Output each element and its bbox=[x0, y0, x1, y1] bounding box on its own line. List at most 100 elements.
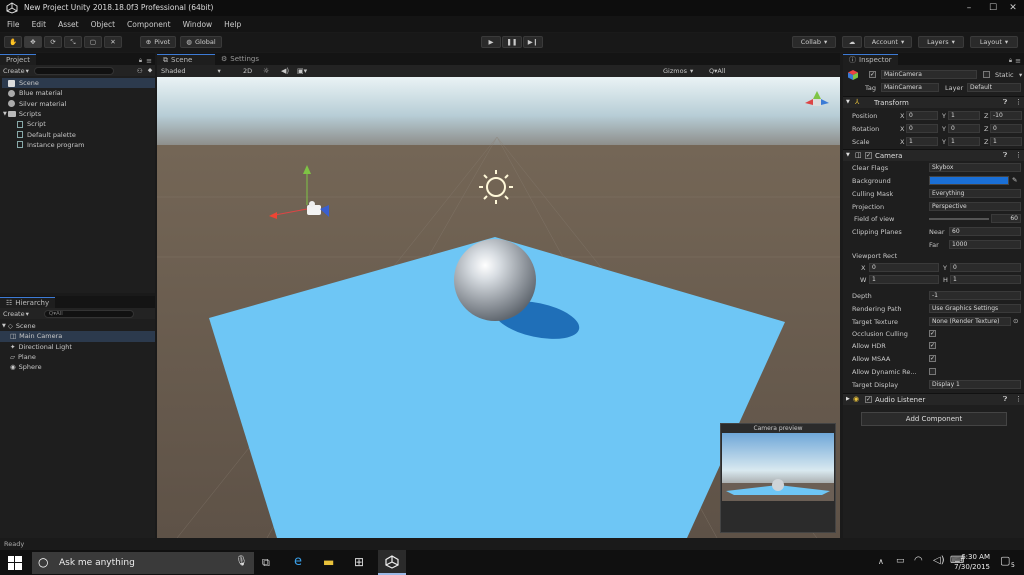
depth-field[interactable]: -1 bbox=[929, 291, 1021, 300]
layout-button[interactable]: Layout ▾ bbox=[970, 36, 1018, 48]
cortana-search-box[interactable]: ○ Ask me anything 🎙︎ bbox=[32, 552, 254, 574]
far-field[interactable]: 1000 bbox=[949, 240, 1021, 249]
hierarchy-search-input[interactable]: Q▾All bbox=[43, 309, 134, 318]
position-x-field[interactable]: 0 bbox=[906, 111, 938, 120]
list-item[interactable]: Default palette bbox=[2, 129, 155, 139]
scale-y-field[interactable]: 1 bbox=[948, 137, 980, 146]
project-create-button[interactable]: Create bbox=[3, 67, 25, 75]
list-item[interactable]: ▼ ◇ Scene bbox=[0, 321, 155, 331]
wifi-icon[interactable]: ◠ bbox=[914, 555, 923, 566]
list-item[interactable]: ◫ Main Camera bbox=[0, 331, 155, 342]
near-field[interactable]: 60 bbox=[949, 227, 1021, 236]
background-color-field[interactable] bbox=[929, 176, 1009, 185]
menu-help[interactable]: Help bbox=[224, 20, 241, 29]
play-button[interactable]: ▶ bbox=[481, 36, 501, 48]
tab-settings[interactable]: ⚙ Settings bbox=[215, 54, 265, 65]
menu-file[interactable]: File bbox=[7, 20, 20, 29]
list-item[interactable]: ▼ Scripts bbox=[2, 109, 155, 119]
gizmos-dropdown[interactable]: Gizmos ▾ bbox=[663, 66, 693, 76]
scene-view[interactable]: Camera preview bbox=[157, 77, 840, 538]
eyedropper-icon[interactable]: ✎ bbox=[1012, 176, 1017, 184]
tag-dropdown[interactable]: MainCamera bbox=[881, 83, 939, 92]
account-button[interactable]: Account ▾ bbox=[864, 36, 912, 48]
close-button[interactable]: ✕ bbox=[1002, 0, 1024, 16]
rendering-path-dropdown[interactable]: Use Graphics Settings bbox=[929, 304, 1021, 313]
allow-hdr-checkbox[interactable]: ✓ bbox=[929, 342, 936, 349]
active-checkbox[interactable]: ✓ bbox=[869, 71, 876, 78]
effects-toggle-icon[interactable]: ▣▾ bbox=[297, 66, 307, 76]
lock-icon[interactable]: 🔒︎ bbox=[1009, 57, 1012, 65]
list-item[interactable]: Instance program bbox=[2, 140, 155, 150]
edge-icon[interactable]: e bbox=[294, 554, 302, 569]
menu-edit[interactable]: Edit bbox=[32, 20, 47, 29]
menu-icon[interactable]: ≡ bbox=[146, 57, 152, 65]
layers-button[interactable]: Layers ▾ bbox=[918, 36, 964, 48]
scale-tool-button[interactable]: ⤡ bbox=[64, 36, 82, 48]
chevron-down-icon[interactable]: ▾ bbox=[1019, 71, 1022, 79]
menu-window[interactable]: Window bbox=[183, 20, 213, 29]
camera-header[interactable]: ▼ ◫ ✓ Camera ❓︎ ⋮ bbox=[843, 149, 1024, 161]
unity-taskbar-button[interactable] bbox=[378, 550, 406, 575]
settings-icon[interactable]: ⋮ bbox=[1015, 151, 1022, 159]
help-icon[interactable]: ❓︎ bbox=[1003, 151, 1007, 160]
2d-toggle[interactable]: 2D bbox=[243, 66, 252, 76]
chevron-up-icon[interactable]: ∧ bbox=[878, 557, 884, 566]
rect-tool-button[interactable]: ▢ bbox=[84, 36, 102, 48]
settings-icon[interactable]: ⋮ bbox=[1015, 395, 1022, 403]
position-y-field[interactable]: 1 bbox=[948, 111, 980, 120]
tab-inspector[interactable]: ⓘ Inspector bbox=[843, 54, 898, 65]
culling-mask-dropdown[interactable]: Everything bbox=[929, 189, 1021, 198]
pause-button[interactable]: ❚❚ bbox=[502, 36, 522, 48]
list-item[interactable]: Silver material bbox=[2, 99, 155, 109]
clock-date[interactable]: 7/30/2015 bbox=[952, 563, 990, 571]
rotation-x-field[interactable]: 0 bbox=[906, 124, 938, 133]
clear-flags-dropdown[interactable]: Skybox bbox=[929, 163, 1021, 172]
scene-search-input[interactable]: Q▾All bbox=[709, 66, 725, 76]
action-center-icon[interactable]: ▢ bbox=[1000, 554, 1010, 567]
list-item[interactable]: Scene bbox=[2, 78, 155, 89]
volume-icon[interactable]: ◁) bbox=[933, 555, 945, 566]
allow-msaa-checkbox[interactable]: ✓ bbox=[929, 355, 936, 362]
transform-tool-button[interactable]: ✕ bbox=[104, 36, 122, 48]
tab-scene[interactable]: ⧉ Scene bbox=[157, 54, 215, 65]
object-picker-icon[interactable]: ⊙ bbox=[1013, 317, 1018, 325]
list-item[interactable]: Blue material bbox=[2, 88, 155, 98]
cloud-button[interactable]: ☁ bbox=[842, 36, 862, 48]
tab-project[interactable]: Project bbox=[0, 54, 36, 65]
viewport-h-field[interactable]: 1 bbox=[950, 275, 1021, 284]
hierarchy-filter-icon[interactable]: ⚇ bbox=[137, 67, 143, 75]
layer-dropdown[interactable]: Default bbox=[967, 83, 1021, 92]
menu-icon[interactable]: ≡ bbox=[1015, 57, 1021, 65]
store-icon[interactable]: ⊞ bbox=[354, 555, 364, 569]
rotation-y-field[interactable]: 0 bbox=[948, 124, 980, 133]
lighting-toggle-icon[interactable]: ☼ bbox=[263, 66, 269, 76]
rotate-tool-button[interactable]: ⟳ bbox=[44, 36, 62, 48]
object-name-field[interactable]: MainCamera bbox=[881, 70, 977, 79]
settings-icon[interactable]: ⋮ bbox=[1015, 98, 1022, 106]
help-icon[interactable]: ❓︎ bbox=[1003, 98, 1007, 107]
transform-header[interactable]: ▼ ⅄ Transform ❓︎ ⋮ bbox=[843, 96, 1024, 108]
fov-field[interactable]: 60 bbox=[991, 214, 1021, 223]
menu-asset[interactable]: Asset bbox=[58, 20, 79, 29]
clock-time[interactable]: 6:30 AM bbox=[956, 553, 990, 561]
minimize-button[interactable]: – bbox=[958, 0, 980, 16]
label-filter-icon[interactable]: ⬥ bbox=[148, 66, 153, 75]
target-texture-field[interactable]: None (Render Texture) bbox=[929, 317, 1011, 326]
occlusion-culling-checkbox[interactable]: ✓ bbox=[929, 330, 936, 337]
maximize-button[interactable]: ☐ bbox=[982, 0, 1004, 16]
step-button[interactable]: ▶❙ bbox=[523, 36, 543, 48]
viewport-w-field[interactable]: 1 bbox=[869, 275, 939, 284]
add-component-button[interactable]: Add Component bbox=[861, 412, 1007, 426]
microphone-icon[interactable]: 🎙︎ bbox=[235, 556, 248, 567]
list-item[interactable]: ✦ Directional Light bbox=[0, 342, 155, 352]
task-view-icon[interactable]: ⧉ bbox=[262, 556, 270, 570]
windows-start-icon[interactable] bbox=[8, 556, 22, 570]
global-button[interactable]: ◍ Global bbox=[180, 36, 222, 48]
audio-listener-header[interactable]: ▶ ◉ ✓ Audio Listener ❓︎ ⋮ bbox=[843, 393, 1024, 405]
position-z-field[interactable]: -10 bbox=[990, 111, 1022, 120]
move-tool-button[interactable]: ✥ bbox=[24, 36, 42, 48]
list-item[interactable]: ▱ Plane bbox=[0, 352, 155, 362]
pivot-button[interactable]: ⊕ Pivot bbox=[140, 36, 176, 48]
file-explorer-icon[interactable]: ▬ bbox=[323, 555, 334, 569]
project-search-input[interactable] bbox=[33, 66, 114, 75]
